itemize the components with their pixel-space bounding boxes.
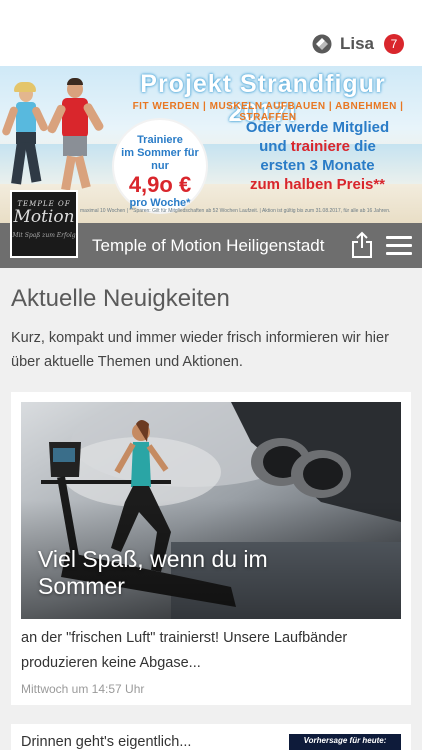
news-intro: Kurz, kompakt und immer wieder frisch in…	[11, 330, 389, 370]
banner-fineprint: maximal 10 Wochen | **Sparen: Gilt für M…	[80, 208, 391, 214]
offer-line2: und trainiere die	[215, 137, 420, 156]
news-card[interactable]: Viel Spaß, wenn du im Sommer an der "fri…	[11, 392, 411, 705]
news-card-text: Drinnen geht's eigentlich...	[21, 734, 192, 750]
gym-logo-line1: TEMPLE OF	[17, 200, 71, 208]
news-card-thumbnail[interactable]: Vorhersage für heute:	[289, 734, 401, 750]
top-bar: Lisa 7	[0, 0, 422, 66]
offer-line3: ersten 3 Monate	[260, 157, 375, 174]
gym-name: Temple of Motion Heiligenstadt	[92, 236, 325, 255]
price-circle: Trainiere im Sommer für nur 4,9o € pro W…	[112, 118, 208, 214]
offer-line1: Oder werde Mitglied	[245, 119, 390, 136]
price-circle-line1: Trainiere	[137, 134, 183, 146]
news-card-date: Mittwoch um 14:57 Uhr	[21, 682, 145, 696]
price-circle-line2: im Sommer für nur	[121, 147, 199, 172]
gym-logo-line2: Motion	[13, 207, 75, 227]
gym-logo: TEMPLE OF Motion Mit Spaß zum Erfolg	[10, 190, 78, 258]
gym-logo-line3: Mit Spaß zum Erfolg	[12, 232, 76, 239]
hamburger-menu-icon[interactable]	[386, 236, 412, 256]
page-title: Aktuelle Neuigkeiten	[11, 285, 230, 312]
offer-line4: zum halben Preis**	[249, 176, 386, 193]
news-card-title[interactable]: Viel Spaß, wenn du im Sommer	[38, 546, 298, 600]
price-value: 4,9o €	[128, 172, 192, 197]
user-menu[interactable]: Lisa 7	[312, 32, 404, 56]
app-logo-icon	[312, 34, 332, 54]
share-icon[interactable]	[350, 231, 374, 259]
news-card-text: an der "frischen Luft" trainierst! Unser…	[21, 630, 348, 671]
offer-line2-highlight: trainiere	[290, 138, 350, 155]
membership-offer: Oder werde Mitglied und trainiere die er…	[215, 118, 420, 194]
thumbnail-caption: Vorhersage für heute:	[303, 736, 387, 745]
notification-badge[interactable]: 7	[384, 34, 404, 54]
user-name[interactable]: Lisa	[340, 34, 374, 54]
offer-line2-prefix: und	[259, 138, 291, 155]
news-card[interactable]: Drinnen geht's eigentlich... Vorhersage …	[11, 724, 411, 750]
offer-line2-suffix: die	[350, 138, 376, 155]
